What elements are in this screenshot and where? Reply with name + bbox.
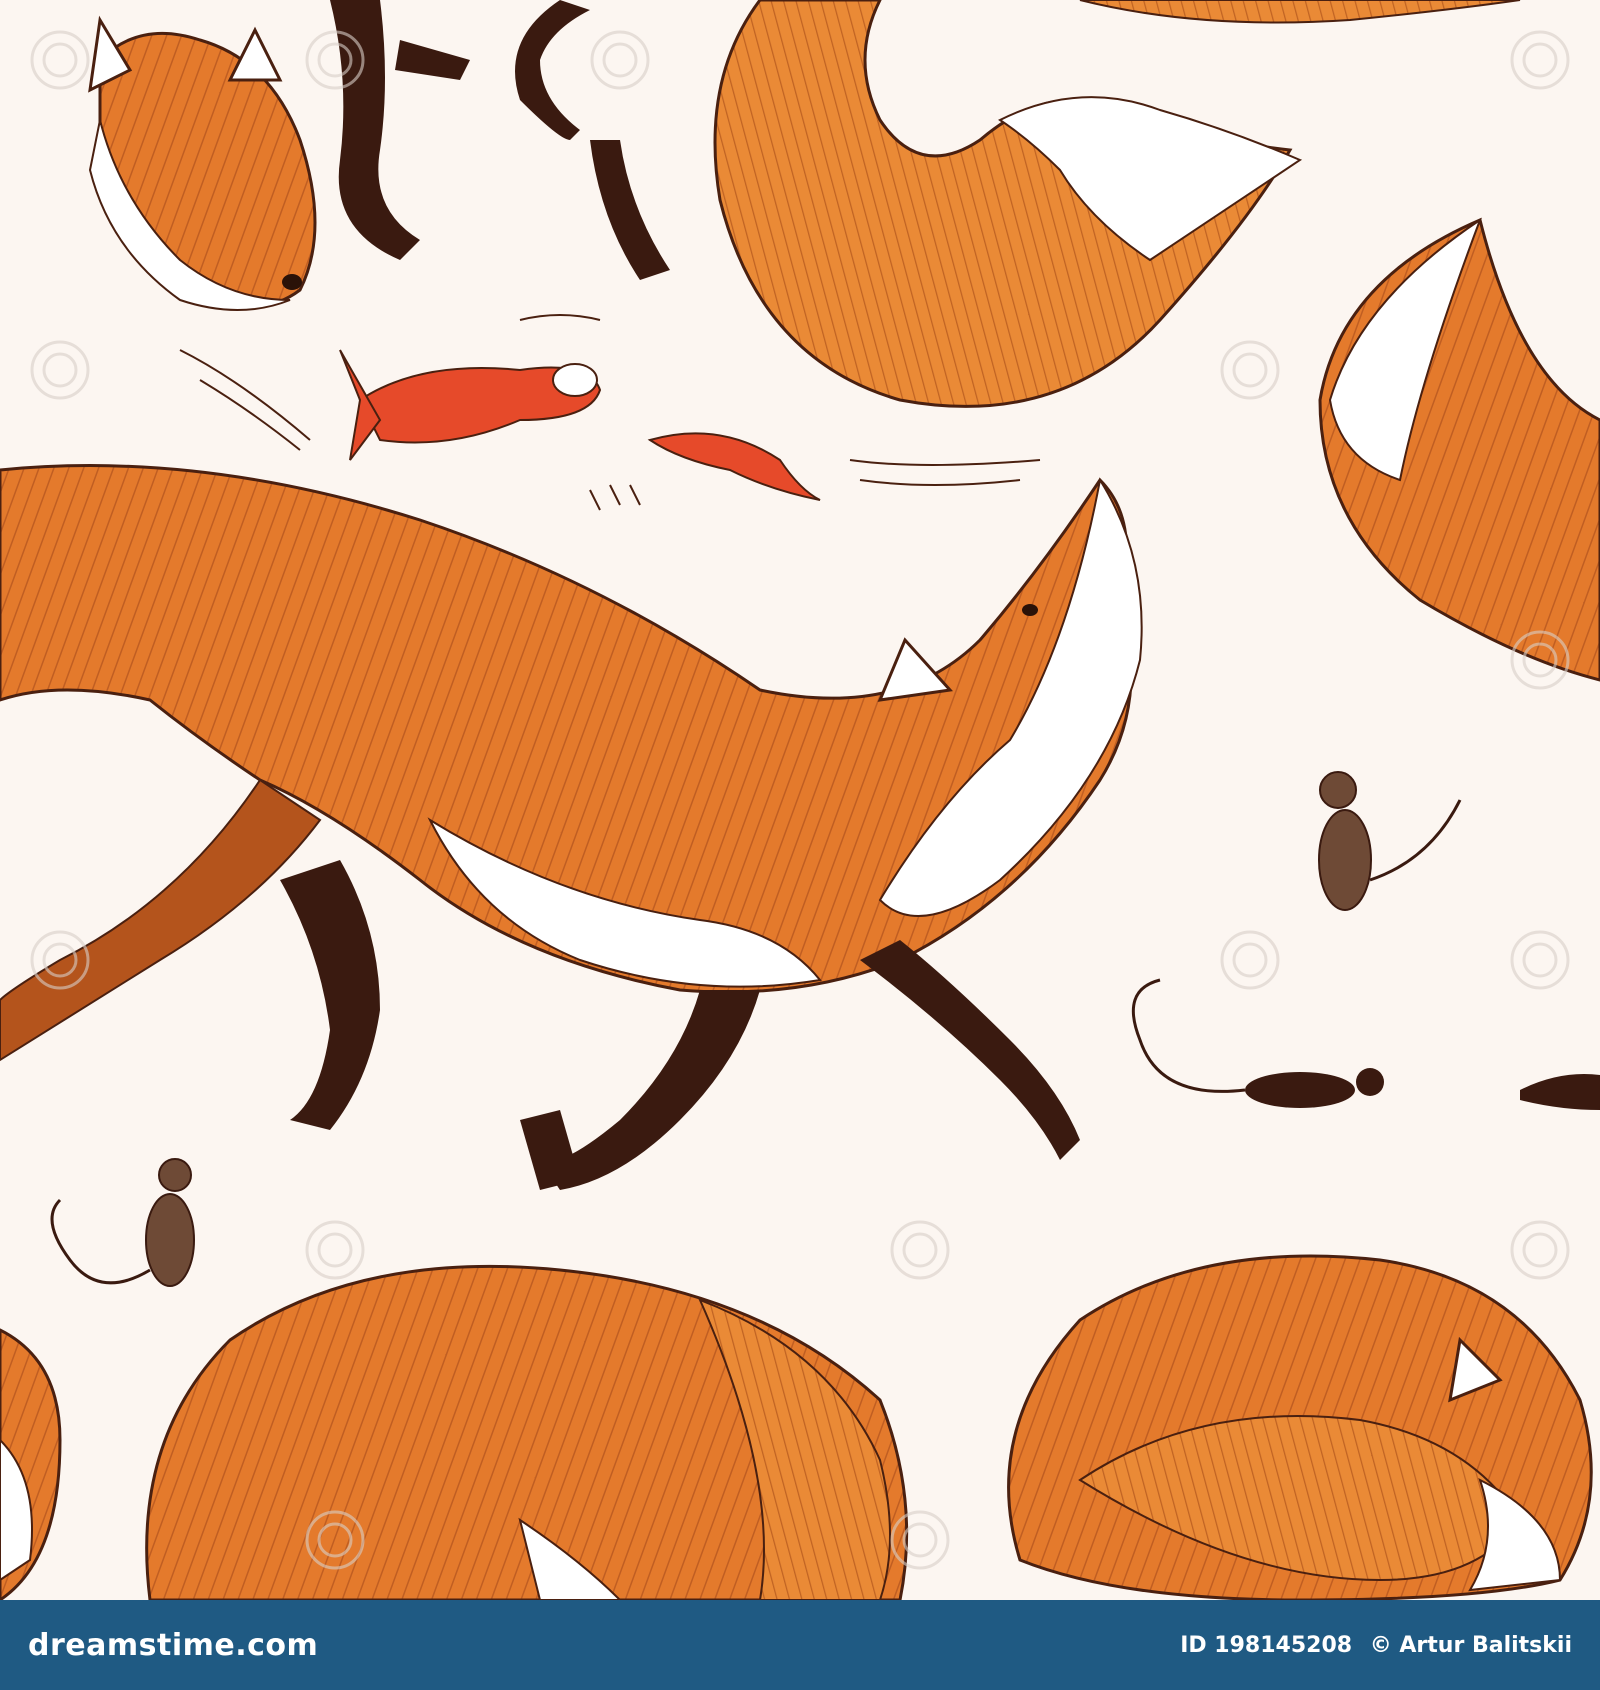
mouse-edge-right xyxy=(1520,1074,1600,1110)
fox-pattern-illustration xyxy=(0,0,1600,1600)
fox-sleeping-bottom-right xyxy=(1007,1254,1593,1600)
fox-head-top-left xyxy=(88,15,317,311)
fox-legs-top xyxy=(330,0,670,280)
fox-tail-top-right xyxy=(1079,0,1521,24)
mouse-walking-right xyxy=(1131,978,1384,1108)
image-credit: ID 198145208 © Artur Balitskii xyxy=(1180,1633,1572,1658)
fox-pattern-artwork xyxy=(0,0,1600,1600)
fox-tail-top-center xyxy=(713,0,1303,408)
footer-bar: dreamstime.com ID 198145208 © Artur Bali… xyxy=(0,1600,1600,1690)
brand-name[interactable]: dreamstime.com xyxy=(28,1628,318,1663)
mouse-standing-right xyxy=(1318,771,1462,911)
fox-curled-bottom-center xyxy=(145,1264,909,1600)
mouse-standing-left xyxy=(50,1158,195,1287)
image-author: © Artur Balitskii xyxy=(1369,1632,1572,1658)
koi-fish-left xyxy=(339,349,602,461)
image-id: ID 198145208 xyxy=(1180,1632,1353,1658)
fox-running-center xyxy=(0,464,1143,1190)
fox-fragment-bottom-left xyxy=(0,1328,62,1600)
fox-tail-right xyxy=(1318,217,1600,682)
koi-fish-small xyxy=(647,432,821,501)
